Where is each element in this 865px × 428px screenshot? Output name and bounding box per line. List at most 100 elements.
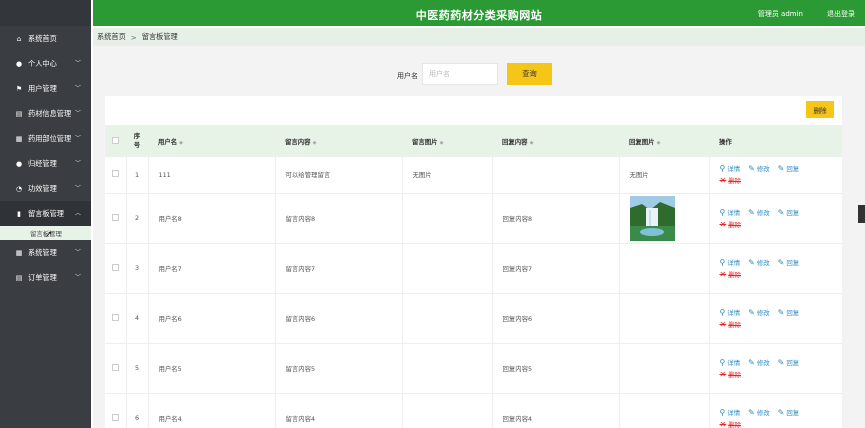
edit-button[interactable]: ✎ 修改 bbox=[748, 163, 769, 175]
close-icon: ✕ bbox=[719, 369, 727, 379]
detail-button[interactable]: ⚲ 详情 bbox=[720, 406, 741, 418]
sort-icon: ◆ bbox=[179, 139, 184, 146]
row-reply-image bbox=[619, 243, 710, 294]
detail-button[interactable]: ⚲ 详情 bbox=[720, 306, 741, 318]
person-icon: ● bbox=[15, 59, 23, 68]
row-message: 留言内容6 bbox=[275, 293, 403, 344]
delete-button[interactable]: ✕ 删除 bbox=[720, 268, 741, 280]
edit-button[interactable]: ✎ 修改 bbox=[748, 306, 769, 318]
reply-button[interactable]: ✎ 回复 bbox=[778, 356, 799, 368]
sidebar-item-3[interactable]: ▤ 药材信息管理 ﹀ bbox=[0, 101, 91, 126]
row-actions: ⚲ 详情 ✎ 修改 ✎ 回复 ✕ 删除 bbox=[709, 393, 842, 428]
row-username: 用户名7 bbox=[148, 243, 276, 294]
table-row: 3 用户名7 留言内容7 回复内容7 ⚲ 详情 ✎ 修改 ✎ 回复 ✕ 删除 bbox=[105, 243, 842, 294]
sidebar-item-label: 归经管理 bbox=[28, 158, 57, 168]
table-row: 5 用户名5 留言内容5 回复内容5 ⚲ 详情 ✎ 修改 ✎ 回复 ✕ 删除 bbox=[105, 343, 842, 394]
chevron-down-icon: ﹀ bbox=[74, 185, 81, 192]
search-icon: ⚲ bbox=[719, 407, 726, 417]
sidebar-item-8[interactable]: ▦ 系统管理 ﹀ bbox=[0, 240, 91, 265]
row-checkbox[interactable] bbox=[105, 193, 127, 244]
row-message-image bbox=[402, 293, 493, 344]
close-icon: ✕ bbox=[719, 219, 727, 229]
sidebar-item-7[interactable]: ▮ 留言板管理 ︿ bbox=[0, 201, 91, 226]
col-reply-image[interactable]: 回复图片 ◆ bbox=[619, 125, 709, 157]
col-message-image[interactable]: 留言图片 ◆ bbox=[402, 125, 492, 157]
col-message[interactable]: 留言内容 ◆ bbox=[275, 125, 402, 157]
sidebar-item-5[interactable]: ● 归经管理 ﹀ bbox=[0, 151, 91, 176]
sidebar-item-9[interactable]: ▤ 订单管理 ﹀ bbox=[0, 265, 91, 290]
detail-button[interactable]: ⚲ 详情 bbox=[720, 356, 741, 368]
page-scrollbar[interactable] bbox=[858, 205, 865, 223]
delete-button[interactable]: ✕ 删除 bbox=[720, 218, 741, 230]
site-title: 中医药药材分类采购网站 bbox=[415, 9, 543, 22]
pencil-icon: ✎ bbox=[777, 207, 785, 217]
sidebar-item-4[interactable]: ▦ 药用部位管理 ﹀ bbox=[0, 126, 91, 151]
sidebar-item-label: 个人中心 bbox=[28, 58, 57, 68]
close-icon: ✕ bbox=[719, 176, 727, 186]
row-index: 2 bbox=[126, 193, 149, 244]
batch-delete-button[interactable]: 删除 bbox=[806, 101, 834, 118]
row-actions: ⚲ 详情 ✎ 修改 ✎ 回复 ✕ 删除 bbox=[709, 293, 842, 344]
reply-button[interactable]: ✎ 回复 bbox=[778, 306, 799, 318]
row-reply-image: 无图片 bbox=[619, 157, 710, 194]
table-row: 2 用户名8 留言内容8 回复内容8 ⚲ 详情 ✎ 修改 ✎ 回复 ✕ 删除 bbox=[105, 193, 842, 244]
delete-button[interactable]: ✕ 删除 bbox=[720, 175, 741, 187]
row-checkbox[interactable] bbox=[105, 243, 127, 294]
sidebar-item-0[interactable]: ⌂ 系统首页 bbox=[0, 26, 91, 51]
row-checkbox[interactable] bbox=[105, 343, 127, 394]
row-checkbox[interactable] bbox=[105, 157, 127, 194]
detail-button[interactable]: ⚲ 详情 bbox=[720, 163, 741, 175]
pencil-icon: ✎ bbox=[777, 257, 785, 267]
sidebar-subitem-message-board[interactable]: 留言板管理 ➚ bbox=[0, 226, 91, 240]
delete-button[interactable]: ✕ 删除 bbox=[720, 318, 741, 330]
delete-button[interactable]: ✕ 删除 bbox=[720, 418, 741, 428]
row-actions: ⚲ 详情 ✎ 修改 ✎ 回复 ✕ 删除 bbox=[709, 343, 842, 394]
reply-button[interactable]: ✎ 回复 bbox=[778, 406, 799, 418]
col-reply[interactable]: 回复内容 ◆ bbox=[492, 125, 619, 157]
row-checkbox[interactable] bbox=[105, 293, 127, 344]
table-row: 4 用户名6 留言内容6 回复内容6 ⚲ 详情 ✎ 修改 ✎ 回复 ✕ 删除 bbox=[105, 293, 842, 344]
pencil-icon: ✎ bbox=[748, 407, 755, 417]
edit-button[interactable]: ✎ 修改 bbox=[748, 406, 769, 418]
breadcrumb-home[interactable]: 系统首页 bbox=[97, 32, 126, 42]
row-message-image bbox=[402, 243, 493, 294]
sidebar-item-label: 系统管理 bbox=[28, 247, 57, 257]
pencil-icon: ✎ bbox=[777, 407, 785, 417]
row-username: 用户名8 bbox=[148, 193, 276, 244]
row-reply-image bbox=[619, 393, 710, 428]
sidebar-item-6[interactable]: ◔ 功效管理 ﹀ bbox=[0, 176, 91, 201]
row-checkbox[interactable] bbox=[105, 393, 127, 428]
home-icon: ⌂ bbox=[16, 34, 22, 43]
logout-link[interactable]: 退出登录 bbox=[827, 9, 855, 19]
sidebar-item-label: 订单管理 bbox=[28, 272, 57, 282]
detail-button[interactable]: ⚲ 详情 bbox=[720, 256, 741, 268]
table-header-row: 序号 用户名 ◆ 留言内容 ◆ 留言图片 ◆ 回复内容 ◆ 回复图片 ◆ 操作 bbox=[105, 125, 842, 157]
chevron-down-icon: ﹀ bbox=[74, 160, 81, 167]
chevron-down-icon: ﹀ bbox=[74, 110, 81, 117]
edit-button[interactable]: ✎ 修改 bbox=[748, 256, 769, 268]
row-username: 用户名5 bbox=[148, 343, 276, 394]
reply-button[interactable]: ✎ 回复 bbox=[778, 206, 799, 218]
row-message: 留言内容4 bbox=[275, 393, 403, 428]
reply-button[interactable]: ✎ 回复 bbox=[778, 256, 799, 268]
username-search-input[interactable] bbox=[422, 63, 498, 85]
pencil-icon: ✎ bbox=[748, 164, 755, 174]
close-icon: ✕ bbox=[719, 269, 727, 279]
sidebar: ⌂ 系统首页 ● 个人中心 ﹀ ⚑ 用户管理 ﹀ ▤ 药材信息管理 ﹀ ▦ 药用部位管理 ﹀ ● 归经管理 ﹀ ◔… bbox=[0, 0, 91, 428]
edit-button[interactable]: ✎ 修改 bbox=[748, 206, 769, 218]
reply-button[interactable]: ✎ 回复 bbox=[778, 163, 799, 175]
detail-button[interactable]: ⚲ 详情 bbox=[720, 206, 741, 218]
grid-icon: ▦ bbox=[15, 134, 23, 143]
select-all-checkbox[interactable] bbox=[105, 125, 126, 157]
edit-button[interactable]: ✎ 修改 bbox=[748, 356, 769, 368]
person-icon: ● bbox=[15, 159, 23, 168]
pencil-icon: ✎ bbox=[777, 307, 785, 317]
sort-icon: ◆ bbox=[656, 139, 661, 146]
sidebar-item-2[interactable]: ⚑ 用户管理 ﹀ bbox=[0, 76, 91, 101]
search-button[interactable]: 查询 bbox=[507, 63, 552, 85]
delete-button[interactable]: ✕ 删除 bbox=[720, 368, 741, 380]
chevron-up-icon: ︿ bbox=[74, 210, 81, 217]
col-username[interactable]: 用户名 ◆ bbox=[148, 125, 275, 157]
sidebar-item-label: 功效管理 bbox=[28, 183, 57, 193]
sidebar-item-1[interactable]: ● 个人中心 ﹀ bbox=[0, 51, 91, 76]
